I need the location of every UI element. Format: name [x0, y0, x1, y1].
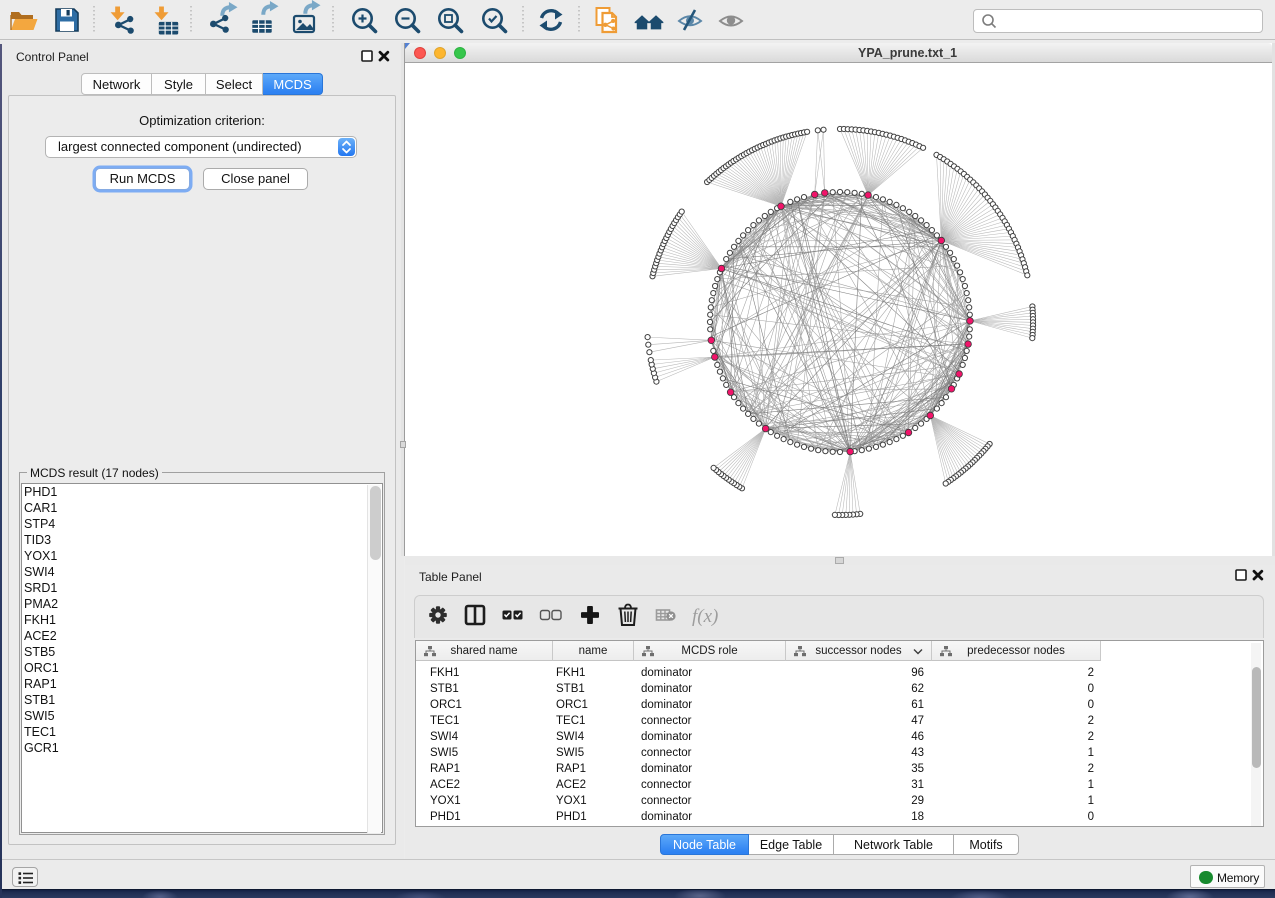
svg-text:f(x): f(x)	[692, 606, 718, 627]
